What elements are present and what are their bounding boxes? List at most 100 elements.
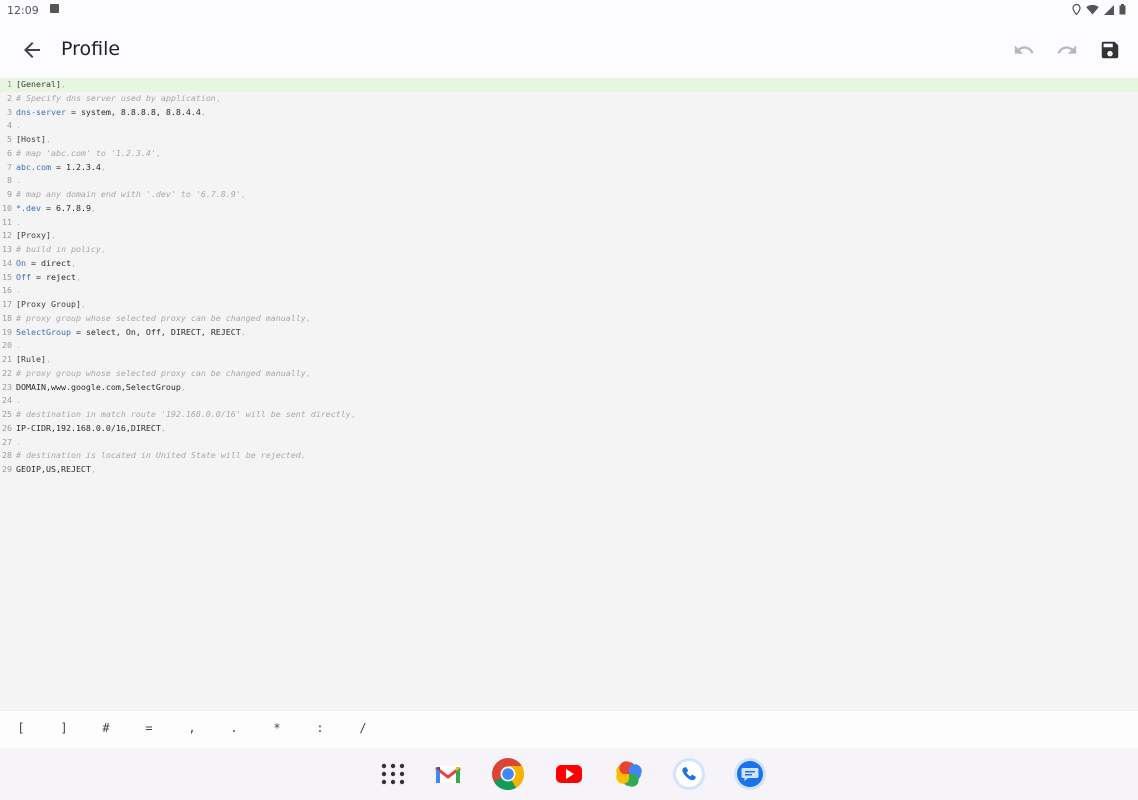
- line-number: 24: [2, 395, 12, 406]
- code-line[interactable]: 6 # map 'abc.com' to '1.2.3.4',: [0, 147, 1138, 161]
- symbol-key[interactable]: ]: [52, 721, 76, 735]
- code-line[interactable]: 23 DOMAIN,www.google.com,SelectGroup,: [0, 381, 1138, 395]
- code-line[interactable]: 26 IP-CIDR,192.168.0.0/16,DIRECT,: [0, 422, 1138, 436]
- code-token: .: [16, 436, 21, 447]
- code-token: [Host]: [16, 134, 46, 144]
- symbol-key[interactable]: .: [222, 721, 246, 735]
- back-arrow-icon[interactable]: [20, 38, 44, 62]
- gmail-icon[interactable]: [430, 756, 466, 792]
- code-line[interactable]: 20.: [0, 339, 1138, 353]
- code-token: On: [16, 257, 26, 268]
- line-number: 1: [7, 79, 12, 89]
- code-token: ,: [90, 202, 96, 213]
- photos-icon[interactable]: [611, 756, 647, 792]
- symbol-key[interactable]: :: [308, 721, 332, 735]
- code-line[interactable]: 12 [Proxy],: [0, 229, 1138, 243]
- code-line[interactable]: 16.: [0, 284, 1138, 298]
- code-token: .: [16, 216, 21, 227]
- code-token: ,: [100, 244, 106, 254]
- code-line[interactable]: 28 # destination is located in United Sta…: [0, 449, 1138, 463]
- code-line[interactable]: 8.: [0, 174, 1138, 188]
- code-token: ,: [305, 312, 311, 323]
- line-number: 12: [2, 230, 12, 241]
- line-number: 8: [7, 175, 12, 186]
- code-token: ,: [100, 161, 106, 172]
- code-line[interactable]: 24.: [0, 394, 1138, 408]
- code-line[interactable]: 27.: [0, 436, 1138, 450]
- line-number: 19: [2, 326, 12, 337]
- wifi-icon: [1086, 4, 1099, 15]
- code-token: [Proxy]: [16, 230, 51, 241]
- code-line[interactable]: 2 # Specify dns server used by applicatio…: [0, 92, 1138, 106]
- code-token: IP-CIDR,192.168.0.0/16,DIRECT: [16, 422, 161, 433]
- code-line[interactable]: 14 On = direct,: [0, 257, 1138, 271]
- code-token: # map any domain end with '.dev' to '6.7…: [16, 189, 241, 199]
- code-token: .: [16, 285, 21, 296]
- code-token: ,: [50, 230, 56, 241]
- code-token: # destination in match route '192.168.0.…: [16, 409, 351, 419]
- status-time: 12:09: [7, 4, 39, 17]
- line-number: 18: [2, 312, 12, 323]
- code-line[interactable]: 9 # map any domain end with '.dev' to '6.…: [0, 188, 1138, 202]
- code-line[interactable]: 15 Off = reject,: [0, 271, 1138, 285]
- code-token: ,: [300, 450, 306, 461]
- code-line[interactable]: 29 GEOIP,US,REJECT,: [0, 463, 1138, 477]
- code-line[interactable]: 22 # proxy group whose selected proxy can…: [0, 367, 1138, 381]
- line-number: 27: [2, 436, 12, 447]
- code-line[interactable]: 21 [Rule],: [0, 353, 1138, 367]
- status-bar: 12:09: [0, 0, 1138, 22]
- symbol-key[interactable]: [: [9, 721, 33, 735]
- code-line[interactable]: 3 dns-server = system, 8.8.8.8, 8.8.4.4,: [0, 106, 1138, 120]
- code-token: ,: [240, 189, 246, 199]
- code-line[interactable]: 17 [Proxy Group],: [0, 298, 1138, 312]
- symbol-key[interactable]: ,: [180, 721, 204, 735]
- line-number: 13: [2, 244, 12, 254]
- code-token: GEOIP,US,REJECT: [16, 464, 91, 474]
- code-token: # map 'abc.com' to '1.2.3.4': [16, 147, 156, 158]
- code-line[interactable]: 5 [Host],: [0, 133, 1138, 147]
- code-token: DOMAIN,www.google.com,SelectGroup: [16, 381, 181, 392]
- chrome-icon[interactable]: [490, 756, 526, 792]
- code-line[interactable]: 19 SelectGroup = select, On, Off, DIRECT,…: [0, 326, 1138, 340]
- code-token: = 1.2.3.4: [50, 161, 101, 172]
- code-line[interactable]: 11.: [0, 216, 1138, 230]
- code-line[interactable]: 25 # destination in match route '192.168.…: [0, 408, 1138, 422]
- symbol-key[interactable]: =: [137, 721, 161, 735]
- code-line[interactable]: 7 abc.com = 1.2.3.4,: [0, 161, 1138, 175]
- symbol-key[interactable]: #: [94, 721, 118, 735]
- undo-icon[interactable]: [1013, 39, 1035, 61]
- code-token: ,: [60, 79, 66, 89]
- code-token: .: [16, 395, 21, 406]
- code-token: # Specify dns server used by application: [16, 92, 216, 103]
- phone-icon[interactable]: [671, 756, 707, 792]
- symbol-key[interactable]: *: [265, 721, 289, 735]
- code-token: SelectGroup: [16, 326, 71, 337]
- save-icon[interactable]: [1099, 39, 1121, 61]
- messages-icon[interactable]: [732, 756, 768, 792]
- code-line[interactable]: 13 # build in policy,: [0, 243, 1138, 257]
- location-icon: [1072, 4, 1081, 15]
- code-token: .: [16, 120, 21, 131]
- code-token: = reject: [31, 271, 76, 282]
- code-token: [Rule]: [16, 354, 46, 364]
- taskbar: [0, 748, 1138, 800]
- code-token: ,: [240, 326, 246, 337]
- code-line[interactable]: 10 *.dev = 6.7.8.9,: [0, 202, 1138, 216]
- code-line[interactable]: 4.: [0, 119, 1138, 133]
- code-token: = system, 8.8.8.8, 8.8.4.4: [65, 106, 201, 117]
- code-line[interactable]: 1 [General],: [0, 78, 1138, 92]
- line-number: 6: [7, 147, 12, 158]
- code-token: # destination is located in United State…: [16, 450, 301, 461]
- notification-icon: [50, 4, 59, 13]
- line-number: 16: [2, 285, 12, 296]
- code-token: ,: [180, 381, 186, 392]
- code-token: = direct: [26, 257, 71, 268]
- symbol-key[interactable]: /: [351, 721, 375, 735]
- app-bar: Profile: [0, 22, 1138, 78]
- app-drawer-icon[interactable]: [375, 756, 411, 792]
- line-number: 3: [7, 106, 12, 117]
- youtube-icon[interactable]: [551, 756, 587, 792]
- code-line[interactable]: 18 # proxy group whose selected proxy can…: [0, 312, 1138, 326]
- code-editor[interactable]: 1 [General], 2 # Specify dns server used by…: [0, 78, 1138, 710]
- redo-icon[interactable]: [1056, 39, 1078, 61]
